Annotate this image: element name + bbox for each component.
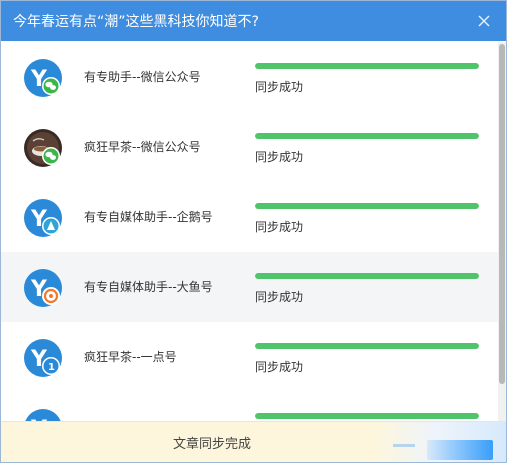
decorative-line — [393, 444, 415, 447]
sync-status: 同步成功 — [255, 360, 304, 374]
progress-bar — [255, 133, 479, 139]
decorative-glow — [427, 440, 493, 460]
yzs-logo-icon: Y 1 — [24, 339, 62, 377]
yzs-logo-icon: Y — [24, 199, 62, 237]
dialog-titlebar: 今年春运有点“潮”这些黑科技你知道不? — [1, 1, 506, 41]
completion-banner: 文章同步完成 — [1, 421, 506, 462]
account-name: 有专助手--微信公众号 — [84, 70, 201, 84]
progress-fill — [255, 413, 479, 419]
yzs-logo-icon: Y — [24, 269, 62, 307]
account-row: Y 1 疯狂早茶--一点号 同步成功 — [1, 322, 498, 392]
progress-fill — [255, 203, 479, 209]
progress-bar — [255, 273, 479, 279]
account-row: 疯狂早茶--微信公众号 同步成功 — [1, 112, 498, 182]
scrollbar-thumb[interactable] — [499, 44, 505, 384]
progress-fill — [255, 273, 479, 279]
account-list: Y 有专助手--微信公众号 同步成功 疯狂早茶--微信公众号 同步成功 Y 有专… — [1, 42, 498, 422]
svg-text:1: 1 — [48, 362, 55, 373]
account-row: Y 有专助手--微信公众号 同步成功 — [1, 42, 498, 112]
account-name: 有专自媒体助手--企鹅号 — [84, 210, 213, 224]
progress-fill — [255, 133, 479, 139]
account-name: 疯狂早茶--微信公众号 — [84, 140, 201, 154]
sync-status: 同步成功 — [255, 290, 304, 304]
dialog-title: 今年春运有点“潮”这些黑科技你知道不? — [13, 14, 259, 30]
progress-fill — [255, 343, 479, 349]
yzs-logo-icon: Y — [24, 59, 62, 97]
scrollbar[interactable] — [498, 42, 506, 422]
account-row: Y 有专自媒体助手--企鹅号 同步成功 — [1, 182, 498, 252]
progress-bar — [255, 343, 479, 349]
sync-status: 同步成功 — [255, 80, 304, 94]
progress-bar — [255, 63, 479, 69]
close-icon[interactable] — [476, 13, 492, 29]
account-name: 有专自媒体助手--大鱼号 — [84, 280, 213, 294]
tea-cup-avatar-icon — [24, 129, 62, 167]
progress-bar — [255, 413, 479, 419]
account-row: Y 有专自媒体助手--大鱼号 同步成功 — [1, 252, 498, 322]
progress-fill — [255, 63, 479, 69]
progress-bar — [255, 203, 479, 209]
completion-text: 文章同步完成 — [173, 437, 252, 452]
sync-dialog: 今年春运有点“潮”这些黑科技你知道不? Y 有专助手--微信公众号 同步成功 疯… — [0, 0, 507, 463]
sync-status: 同步成功 — [255, 150, 304, 164]
sync-status: 同步成功 — [255, 220, 304, 234]
account-row: Y — [1, 392, 498, 422]
account-name: 疯狂早茶--一点号 — [84, 350, 177, 364]
